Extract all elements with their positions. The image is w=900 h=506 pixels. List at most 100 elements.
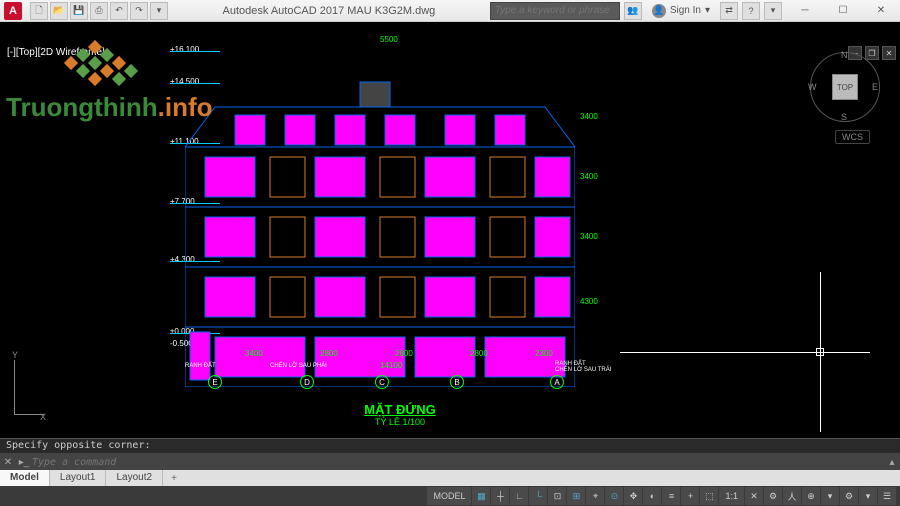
qat-new-icon[interactable]: 🗋 [30, 2, 48, 20]
grid-note-left: RANH ĐẤT [185, 363, 216, 369]
compass-N[interactable]: N [841, 50, 848, 60]
sb-customize-icon[interactable]: ☰ [878, 487, 896, 505]
command-history: Specify opposite corner: [0, 439, 900, 453]
dim-h: 4300 [580, 297, 598, 306]
grid-bubble: D [300, 375, 314, 389]
dim-h: 3400 [580, 172, 598, 181]
search-input[interactable] [490, 2, 620, 20]
window-controls: ─ ☐ ✕ [786, 0, 900, 22]
sb-snapmode-icon[interactable]: ┼ [491, 487, 509, 505]
dim-seg: 2800 [470, 349, 488, 358]
quick-access-toolbar: 🗋 📂 💾 ⎙ ↶ ↷ ▾ [30, 2, 168, 20]
dim-seg: 2300 [535, 349, 553, 358]
search-scope-icon[interactable]: 👥 [624, 2, 642, 20]
viewcube-face[interactable]: TOP [832, 74, 858, 100]
qat-more-icon[interactable]: ▾ [150, 2, 168, 20]
ucs-y-label: Y [12, 350, 18, 360]
status-bar: MODEL ▦ ┼ ∟ └ ⊡ ⊞ ⌖ ⊙ ✥ ◐ ≡ + ⬚ 1:1 ✕ ⚙ … [0, 486, 900, 506]
signin-button[interactable]: 👤 Sign In ▾ [646, 4, 716, 18]
wcs-label[interactable]: WCS [835, 130, 870, 144]
app-icon[interactable]: A [4, 2, 22, 20]
sb-grid-icon[interactable]: ▦ [472, 487, 490, 505]
sb-transparency-icon[interactable]: ◐ [643, 487, 661, 505]
user-icon: 👤 [652, 4, 666, 18]
tab-layout1[interactable]: Layout1 [50, 470, 107, 486]
tab-model[interactable]: Model [0, 470, 50, 486]
tab-layout2[interactable]: Layout2 [106, 470, 163, 486]
watermark-text-2: .info [158, 92, 213, 122]
grid-bubble: C [375, 375, 389, 389]
sb-units-icon[interactable]: ⚙ [840, 487, 858, 505]
sb-workspace-icon[interactable]: 人 [783, 487, 801, 505]
crosshair-cursor [620, 272, 870, 432]
dim-top: 5500 [380, 35, 398, 44]
dim-seg: 2800 [395, 349, 413, 358]
drawing-canvas[interactable]: [-][Top][2D Wireframe] ─ ❐ ✕ Truongthinh… [0, 22, 900, 470]
drawing-title: MẶT ĐỨNG TỶ LỆ 1/100 [364, 402, 435, 427]
qat-saveas-icon[interactable]: ⎙ [90, 2, 108, 20]
sb-annoscale-icon[interactable]: ✕ [745, 487, 763, 505]
grid-note-mid: CHÉN LỜ SAU PHẢI [270, 363, 327, 369]
minimize-button[interactable]: ─ [786, 0, 824, 22]
dim-seg: 3400 [245, 349, 263, 358]
qat-open-icon[interactable]: 📂 [50, 2, 68, 20]
sb-lineweight-icon[interactable]: ✥ [624, 487, 642, 505]
qat-redo-icon[interactable]: ↷ [130, 2, 148, 20]
qat-undo-icon[interactable]: ↶ [110, 2, 128, 20]
watermark-logo: Truongthinh.info [0, 42, 213, 123]
layout-tabs: Model Layout1 Layout2 + [0, 470, 900, 486]
dim-seg: 2800 [320, 349, 338, 358]
building-facade [185, 77, 575, 387]
sb-3dosnap-icon[interactable]: ⌖ [586, 487, 604, 505]
command-prompt-icon: ▸_ [16, 457, 32, 468]
sb-scale-button[interactable]: 1:1 [719, 487, 744, 505]
command-input-row: ✕ ▸_ ▴ [0, 453, 900, 471]
sb-osnap-icon[interactable]: ⊞ [567, 487, 585, 505]
sb-settings-icon[interactable]: ⚙ [764, 487, 782, 505]
compass-S[interactable]: S [841, 112, 847, 122]
dim-h: 3400 [580, 112, 598, 121]
doc-close-button[interactable]: ✕ [882, 46, 896, 60]
command-input[interactable] [32, 457, 884, 468]
ucs-x-label: X [40, 412, 46, 422]
grid-note-right: RANH ĐẤT CHÉN LỜ SAU TRÁI [555, 361, 611, 373]
viewcube[interactable]: N S E W TOP [810, 52, 880, 122]
grid-bubble: E [208, 375, 222, 389]
drawing-title-scale: TỶ LỆ 1/100 [364, 417, 435, 427]
command-line: Specify opposite corner: ✕ ▸_ ▴ [0, 438, 900, 470]
help-dropdown-icon[interactable]: ▾ [764, 2, 782, 20]
compass-E[interactable]: E [872, 82, 878, 92]
tab-add-button[interactable]: + [163, 473, 185, 484]
signin-label: Sign In [670, 5, 701, 16]
cad-drawing: +16.100 +14.500 +11.100 +7.700 +4.300 ±0… [200, 37, 600, 397]
sb-model-button[interactable]: MODEL [427, 487, 471, 505]
exchange-icon[interactable]: ⇄ [720, 2, 738, 20]
sb-annot-monitor-icon[interactable]: ⊕ [802, 487, 820, 505]
sb-annot-icon[interactable]: ⬚ [700, 487, 718, 505]
window-title: Autodesk AutoCAD 2017 MAU K3G2M.dwg [168, 5, 490, 17]
sb-dropdown-icon[interactable]: ▾ [821, 487, 839, 505]
compass-W[interactable]: W [808, 82, 817, 92]
dim-h: 3400 [580, 232, 598, 241]
command-recent-icon[interactable]: ▴ [884, 457, 900, 468]
watermark-text-1: Truongthinh [6, 92, 158, 122]
sb-selection-icon[interactable]: ≡ [662, 487, 680, 505]
sb-otrack-icon[interactable]: ⊙ [605, 487, 623, 505]
sb-isolate-icon[interactable]: ▾ [859, 487, 877, 505]
close-button[interactable]: ✕ [862, 0, 900, 22]
maximize-button[interactable]: ☐ [824, 0, 862, 22]
title-right: 👥 👤 Sign In ▾ ⇄ ? ▾ [490, 2, 782, 20]
sb-isodraft-icon[interactable]: ⊡ [548, 487, 566, 505]
grid-bubble: B [450, 375, 464, 389]
sb-ortho-icon[interactable]: ∟ [510, 487, 528, 505]
dim-total: 14100 [380, 361, 402, 370]
command-close-icon[interactable]: ✕ [0, 457, 16, 468]
drawing-title-main: MẶT ĐỨNG [364, 402, 435, 417]
qat-save-icon[interactable]: 💾 [70, 2, 88, 20]
chevron-down-icon: ▾ [705, 5, 710, 16]
sb-gizmo-icon[interactable]: + [681, 487, 699, 505]
titlebar: A 🗋 📂 💾 ⎙ ↶ ↷ ▾ Autodesk AutoCAD 2017 MA… [0, 0, 900, 22]
grid-bubble: A [550, 375, 564, 389]
help-icon[interactable]: ? [742, 2, 760, 20]
sb-polar-icon[interactable]: └ [529, 487, 547, 505]
